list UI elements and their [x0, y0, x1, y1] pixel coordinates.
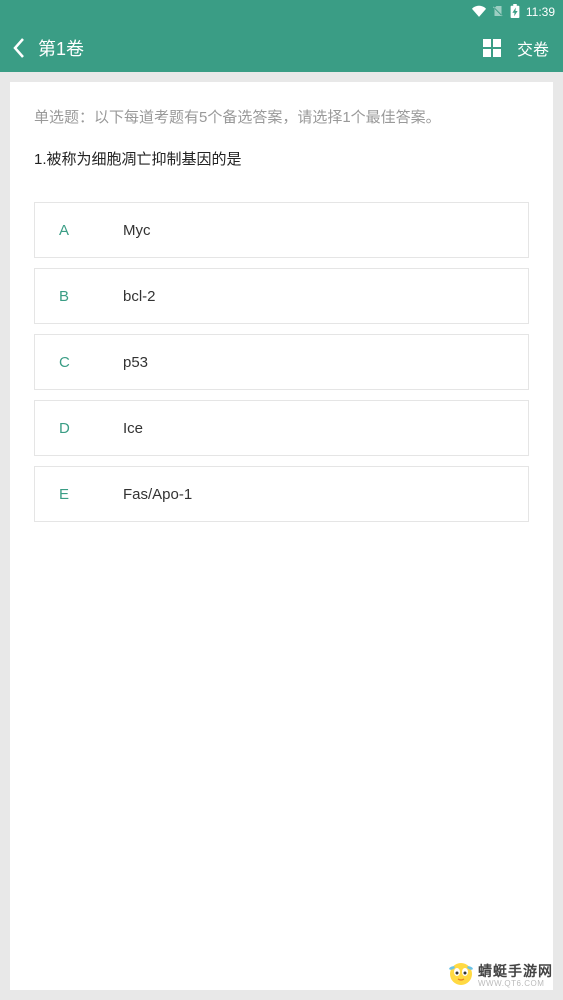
- option-c[interactable]: C p53: [34, 334, 529, 390]
- option-letter: C: [35, 354, 123, 371]
- question-card: 单选题：以下每道考题有5个备选答案，请选择1个最佳答案。 1.被称为细胞凋亡抑制…: [10, 82, 553, 990]
- battery-charging-icon: [510, 4, 520, 21]
- question-body: 被称为细胞凋亡抑制基因的是: [47, 151, 242, 168]
- option-text: Fas/Apo-1: [123, 486, 192, 503]
- question-number: 1.: [34, 151, 47, 168]
- back-icon[interactable]: [12, 37, 26, 59]
- option-letter: B: [35, 288, 123, 305]
- option-text: bcl-2: [123, 288, 156, 305]
- no-sim-icon: [492, 5, 504, 20]
- status-bar: 11:39: [0, 0, 563, 24]
- option-letter: D: [35, 420, 123, 437]
- options-list: A Myc B bcl-2 C p53 D Ice E Fas/Apo-1: [34, 202, 529, 522]
- question-text: 1.被称为细胞凋亡抑制基因的是: [34, 148, 529, 172]
- watermark-main: 蜻蜓手游网: [478, 964, 553, 979]
- watermark-sub: WWW.QT6.COM: [478, 980, 544, 989]
- option-e[interactable]: E Fas/Apo-1: [34, 466, 529, 522]
- option-d[interactable]: D Ice: [34, 400, 529, 456]
- option-text: p53: [123, 354, 148, 371]
- option-text: Myc: [123, 222, 151, 239]
- option-letter: A: [35, 222, 123, 239]
- submit-button[interactable]: 交卷: [517, 36, 549, 60]
- watermark: 蜻蜓手游网 WWW.QT6.COM: [448, 961, 553, 992]
- option-text: Ice: [123, 420, 143, 437]
- grid-icon[interactable]: [483, 39, 501, 57]
- option-b[interactable]: B bcl-2: [34, 268, 529, 324]
- status-time: 11:39: [526, 5, 555, 19]
- option-letter: E: [35, 486, 123, 503]
- page-title: 第1卷: [38, 35, 483, 61]
- dragonfly-logo-icon: [448, 961, 474, 992]
- option-a[interactable]: A Myc: [34, 202, 529, 258]
- instruction-text: 单选题：以下每道考题有5个备选答案，请选择1个最佳答案。: [34, 106, 529, 130]
- watermark-text: 蜻蜓手游网 WWW.QT6.COM: [478, 964, 553, 988]
- wifi-icon: [472, 4, 486, 21]
- content-wrapper: 单选题：以下每道考题有5个备选答案，请选择1个最佳答案。 1.被称为细胞凋亡抑制…: [0, 72, 563, 1000]
- app-header: 第1卷 交卷: [0, 24, 563, 72]
